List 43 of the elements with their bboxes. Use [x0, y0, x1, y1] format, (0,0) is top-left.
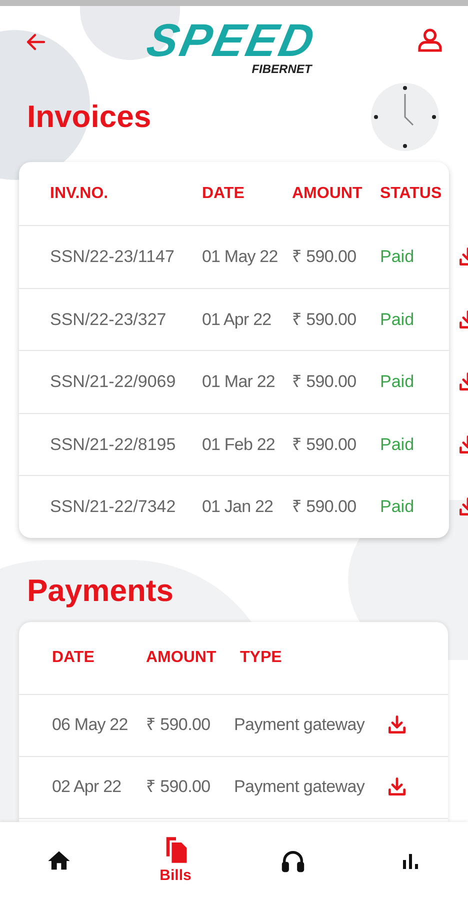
invoice-amount: ₹ 590.00: [292, 246, 358, 268]
column-header: DATE: [52, 648, 96, 668]
section-title: Invoices: [27, 98, 152, 136]
column-header: DATE: [202, 184, 246, 204]
invoice-date: 01 May 22: [202, 246, 279, 268]
invoice-number: SSN/21-22/8195: [50, 434, 177, 456]
invoice-number: SSN/21-22/7342: [50, 496, 177, 518]
invoice-date: 01 Jan 22: [202, 496, 274, 518]
column-header: TYPE: [240, 648, 282, 668]
column-header: INV.NO.: [50, 184, 110, 204]
invoice-status: Paid: [380, 496, 414, 518]
invoice-amount: ₹ 590.00: [292, 308, 358, 330]
payment-date: 02 Apr 22: [52, 776, 122, 798]
payment-type: Payment gateway: [234, 776, 366, 798]
invoice-date: 01 Apr 22: [202, 308, 272, 330]
headphones-icon: [280, 848, 306, 874]
section-title: Payments: [27, 572, 174, 610]
logo-subtitle: FIBERNET: [252, 62, 312, 76]
invoice-date: 01 Mar 22: [202, 371, 276, 393]
payment-type: Payment gateway: [234, 714, 366, 736]
invoice-status: Paid: [380, 246, 414, 268]
download-icon[interactable]: [386, 776, 408, 798]
invoice-number: SSN/21-22/9069: [50, 371, 177, 393]
download-icon[interactable]: [386, 714, 408, 736]
nav-tab[interactable]: Bills: [117, 834, 234, 888]
invoice-status: Paid: [380, 371, 414, 393]
logo: SPEED: [144, 18, 320, 62]
invoice-status: Paid: [380, 308, 414, 330]
column-header: STATUS: [380, 184, 442, 204]
invoice-amount: ₹ 590.00: [292, 371, 358, 393]
invoice-date: 01 Feb 22: [202, 434, 276, 456]
invoice-number: SSN/22-23/1147: [50, 246, 176, 268]
invoice-status: Paid: [380, 434, 414, 456]
clock-icon: [370, 82, 440, 152]
invoice-amount: ₹ 590.00: [292, 434, 358, 456]
invoice-number: SSN/22-23/327: [50, 308, 168, 330]
payment-date: 06 May 22: [52, 714, 129, 736]
payment-amount: ₹ 590.00: [146, 776, 212, 798]
column-header: AMOUNT: [146, 648, 218, 668]
payment-amount: ₹ 590.00: [146, 714, 212, 736]
invoice-amount: ₹ 590.00: [292, 496, 358, 518]
user-icon[interactable]: [416, 26, 444, 54]
column-header: AMOUNT: [292, 184, 364, 204]
